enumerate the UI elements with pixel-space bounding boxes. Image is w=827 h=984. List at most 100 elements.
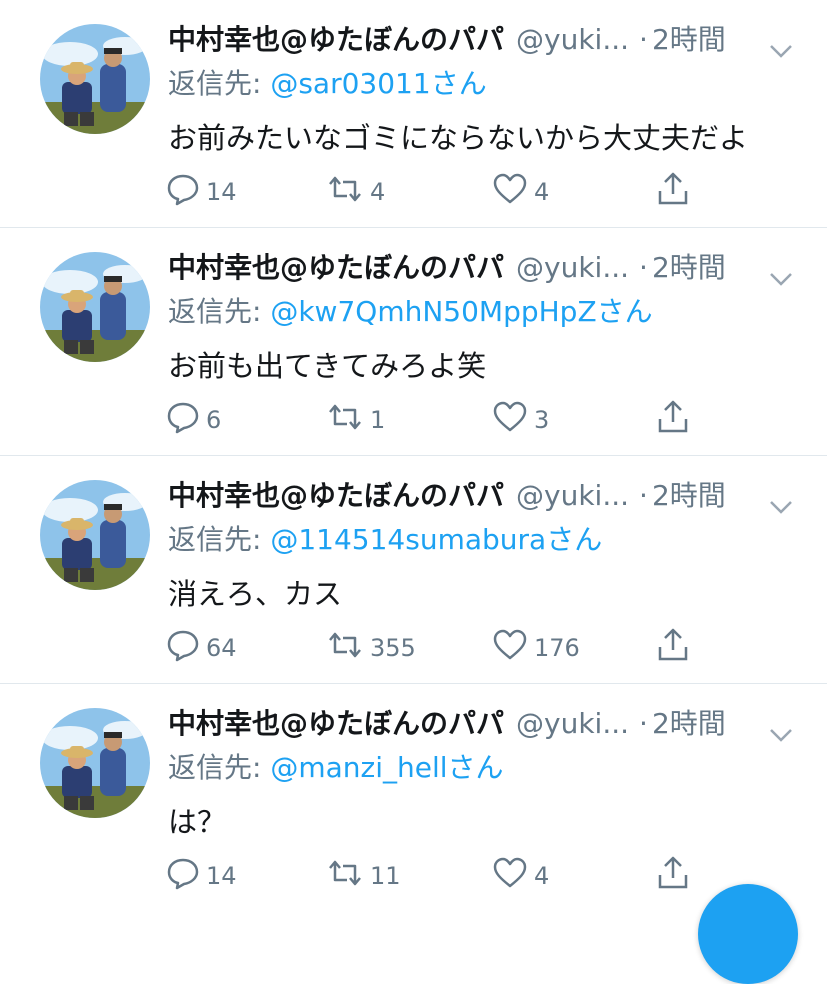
- reply-count: 14: [206, 862, 237, 890]
- tweet-actions: 14 4 4: [166, 172, 706, 212]
- like-count: 176: [534, 634, 580, 662]
- reply-to-handle[interactable]: @sar03011: [270, 67, 430, 100]
- retweet-count: 355: [370, 634, 416, 662]
- share-button[interactable]: [656, 172, 690, 212]
- heart-icon: [492, 172, 528, 212]
- share-icon: [656, 171, 690, 213]
- reply-button[interactable]: 14: [166, 172, 237, 212]
- reply-context: 返信先: @sar03011さん: [168, 64, 487, 104]
- tweet-actions: 14 11 4: [166, 856, 706, 896]
- retweet-icon: [326, 856, 364, 896]
- avatar[interactable]: [40, 708, 150, 818]
- like-button[interactable]: 4: [492, 856, 549, 896]
- timestamp[interactable]: 2時間: [652, 23, 726, 56]
- tweet[interactable]: 中村幸也@ゆたぼんのパパ @yuki... · 2時間 返信先: @114514sum…: [0, 456, 827, 684]
- reply-label: 返信先:: [168, 751, 271, 784]
- user-handle[interactable]: @yuki...: [516, 23, 629, 56]
- retweet-icon: [326, 400, 364, 440]
- display-name[interactable]: 中村幸也@ゆたぼんのパパ: [168, 23, 504, 56]
- share-button[interactable]: [656, 400, 690, 440]
- tweet-header: 中村幸也@ゆたぼんのパパ @yuki... · 2時間: [168, 18, 818, 62]
- retweet-button[interactable]: 11: [326, 856, 401, 896]
- display-name[interactable]: 中村幸也@ゆたぼんのパパ: [168, 479, 504, 512]
- heart-icon: [492, 400, 528, 440]
- share-icon: [656, 855, 690, 897]
- user-handle[interactable]: @yuki...: [516, 479, 629, 512]
- tweet-header: 中村幸也@ゆたぼんのパパ @yuki... · 2時間: [168, 702, 818, 746]
- avatar[interactable]: [40, 252, 150, 362]
- chevron-down-icon[interactable]: [768, 30, 794, 74]
- like-count: 4: [534, 178, 550, 206]
- separator-dot: ·: [639, 707, 648, 740]
- tweet-actions: 6 1 3: [166, 400, 706, 440]
- timestamp[interactable]: 2時間: [652, 251, 726, 284]
- share-icon: [656, 399, 690, 441]
- avatar[interactable]: [40, 24, 150, 134]
- reply-button[interactable]: 14: [166, 856, 237, 896]
- share-button[interactable]: [656, 628, 690, 668]
- like-button[interactable]: 4: [492, 172, 549, 212]
- tweet-text: お前みたいなゴミにならないから大丈夫だよ: [168, 121, 749, 155]
- share-icon: [656, 627, 690, 669]
- separator-dot: ·: [639, 251, 648, 284]
- reply-suffix: さん: [546, 523, 603, 556]
- reply-icon: [166, 400, 200, 440]
- share-button[interactable]: [656, 856, 690, 896]
- reply-label: 返信先:: [168, 295, 271, 328]
- retweet-count: 1: [370, 406, 386, 434]
- separator-dot: ·: [639, 23, 648, 56]
- reply-to-handle[interactable]: @114514sumabura: [270, 523, 546, 556]
- retweet-icon: [326, 172, 364, 212]
- tweet-header: 中村幸也@ゆたぼんのパパ @yuki... · 2時間: [168, 246, 818, 290]
- reply-label: 返信先:: [168, 523, 271, 556]
- heart-icon: [492, 856, 528, 896]
- reply-count: 6: [206, 406, 222, 434]
- timeline: 中村幸也@ゆたぼんのパパ @yuki... · 2時間 返信先: @sar03011さ…: [0, 0, 827, 912]
- timestamp[interactable]: 2時間: [652, 479, 726, 512]
- reply-context: 返信先: @manzi_hellさん: [168, 748, 504, 788]
- display-name[interactable]: 中村幸也@ゆたぼんのパパ: [168, 707, 504, 740]
- reply-button[interactable]: 6: [166, 400, 221, 440]
- reply-to-handle[interactable]: @kw7QmhN50MppHpZ: [270, 295, 596, 328]
- like-button[interactable]: 3: [492, 400, 549, 440]
- display-name[interactable]: 中村幸也@ゆたぼんのパパ: [168, 251, 504, 284]
- chevron-down-icon[interactable]: [768, 258, 794, 302]
- reply-label: 返信先:: [168, 67, 271, 100]
- tweet-actions: 64 355 176: [166, 628, 706, 668]
- reply-button[interactable]: 64: [166, 628, 237, 668]
- reply-suffix: さん: [430, 67, 487, 100]
- retweet-button[interactable]: 4: [326, 172, 385, 212]
- avatar[interactable]: [40, 480, 150, 590]
- reply-count: 64: [206, 634, 237, 662]
- timestamp[interactable]: 2時間: [652, 707, 726, 740]
- retweet-button[interactable]: 355: [326, 628, 416, 668]
- reply-icon: [166, 856, 200, 896]
- tweet-header: 中村幸也@ゆたぼんのパパ @yuki... · 2時間: [168, 474, 818, 518]
- user-handle[interactable]: @yuki...: [516, 251, 629, 284]
- reply-icon: [166, 628, 200, 668]
- reply-suffix: さん: [596, 295, 653, 328]
- compose-tweet-button[interactable]: [698, 884, 798, 984]
- retweet-icon: [326, 628, 364, 668]
- reply-context: 返信先: @kw7QmhN50MppHpZさん: [168, 292, 653, 332]
- tweet[interactable]: 中村幸也@ゆたぼんのパパ @yuki... · 2時間 返信先: @sar03011さ…: [0, 0, 827, 228]
- reply-suffix: さん: [447, 751, 504, 784]
- tweet-text: は？: [168, 805, 227, 839]
- tweet[interactable]: 中村幸也@ゆたぼんのパパ @yuki... · 2時間 返信先: @manzi_hel…: [0, 684, 827, 912]
- heart-icon: [492, 628, 528, 668]
- reply-count: 14: [206, 178, 237, 206]
- reply-to-handle[interactable]: @manzi_hell: [270, 751, 447, 784]
- tweet-text: お前も出てきてみろよ笑: [168, 349, 487, 383]
- chevron-down-icon[interactable]: [768, 714, 794, 758]
- reply-context: 返信先: @114514sumaburaさん: [168, 520, 602, 560]
- separator-dot: ·: [639, 479, 648, 512]
- like-button[interactable]: 176: [492, 628, 580, 668]
- reply-icon: [166, 172, 200, 212]
- tweet-text: 消えろ、カス: [168, 577, 343, 611]
- chevron-down-icon[interactable]: [768, 486, 794, 530]
- user-handle[interactable]: @yuki...: [516, 707, 629, 740]
- retweet-button[interactable]: 1: [326, 400, 385, 440]
- tweet[interactable]: 中村幸也@ゆたぼんのパパ @yuki... · 2時間 返信先: @kw7QmhN50…: [0, 228, 827, 456]
- like-count: 4: [534, 862, 550, 890]
- retweet-count: 4: [370, 178, 386, 206]
